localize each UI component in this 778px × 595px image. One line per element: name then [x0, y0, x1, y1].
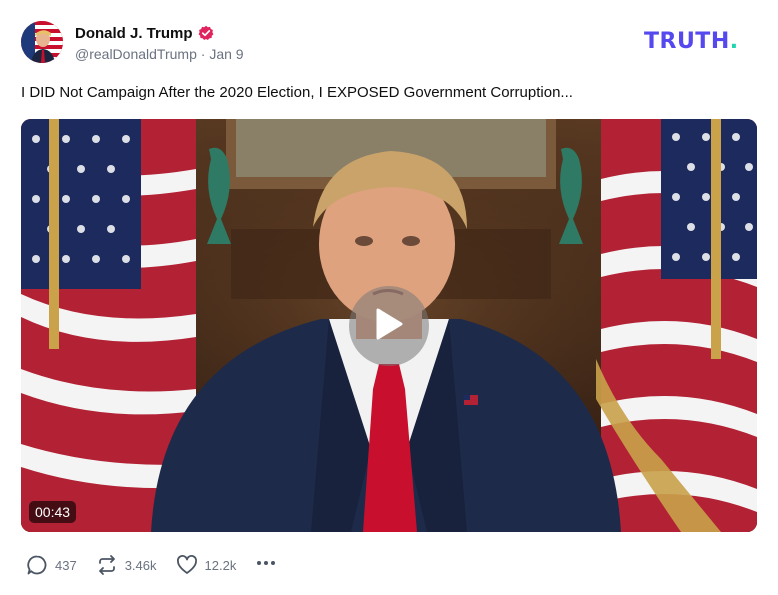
avatar[interactable]	[21, 21, 63, 63]
ellipsis-icon	[255, 552, 277, 579]
meta-separator: ·	[200, 46, 206, 62]
logo-text: TRUTH	[644, 28, 730, 54]
verified-badge-icon	[198, 25, 214, 41]
like-count: 12.2k	[204, 557, 237, 573]
post-actions: 437 3.46k 12.2k	[26, 553, 277, 577]
author-display-name[interactable]: Donald J. Trump	[75, 25, 193, 42]
more-options-button[interactable]	[255, 552, 277, 579]
video-player[interactable]: 00:43	[21, 119, 757, 532]
like-button[interactable]: 12.2k	[176, 554, 237, 576]
repost-arrows-icon	[96, 554, 118, 576]
post-date[interactable]: Jan 9	[209, 46, 243, 62]
author-handle[interactable]: @realDonaldTrump	[75, 46, 197, 62]
heart-icon	[176, 554, 198, 576]
reply-count: 437	[55, 557, 77, 573]
retruth-button[interactable]: 3.46k	[96, 554, 157, 576]
play-icon	[374, 307, 404, 346]
reply-button[interactable]: 437	[26, 554, 77, 576]
truth-post: Donald J. Trump @realDonaldTrump · Jan 9…	[0, 0, 778, 595]
video-duration: 00:43	[29, 501, 77, 523]
play-button[interactable]	[349, 286, 429, 366]
logo-dot: .	[729, 28, 739, 54]
post-text: I DID Not Campaign After the 2020 Electi…	[21, 84, 573, 101]
speech-bubble-icon	[26, 554, 48, 576]
author-handle-row: @realDonaldTrump · Jan 9	[75, 46, 244, 62]
retruth-count: 3.46k	[124, 557, 157, 573]
truth-social-logo[interactable]: TRUTH.	[644, 28, 739, 54]
author-name-row: Donald J. Trump	[75, 24, 214, 42]
